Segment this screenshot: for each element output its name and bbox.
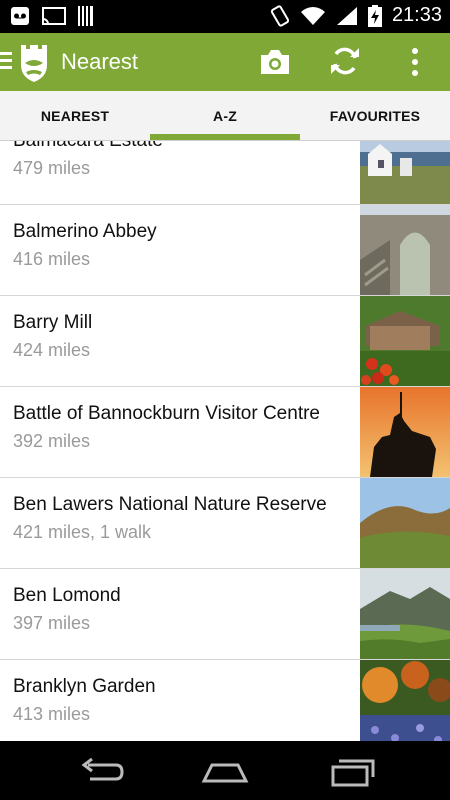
place-name: Ben Lawers National Nature Reserve [13,494,327,515]
place-distance: 397 miles [13,613,91,633]
list-item[interactable]: Balmacara Estate 479 miles [0,141,450,205]
place-name: Balmerino Abbey [13,221,157,242]
wifi-icon [300,6,325,25]
drawer-menu-icon[interactable] [0,52,12,72]
place-distance: 424 miles [13,340,91,360]
voicemail-icon [11,7,29,25]
list-item[interactable]: Ben Lawers National Nature Reserve 421 m… [0,478,450,569]
tab-favourites[interactable]: FAVOURITES [300,91,450,141]
place-name: Battle of Bannockburn Visitor Centre [13,403,320,424]
recent-apps-icon[interactable] [327,755,377,787]
place-distance: 479 miles [13,158,91,178]
overflow-menu-icon[interactable] [407,47,423,77]
place-thumbnail [360,387,450,477]
camera-icon[interactable] [259,47,291,77]
signal-icon [336,6,357,25]
list-item[interactable]: Branklyn Garden 413 miles [0,660,450,741]
place-name: Branklyn Garden [13,676,156,697]
place-distance: 421 miles, 1 walk [13,522,152,542]
place-distance: 392 miles [13,431,91,451]
places-list[interactable]: Balmacara Estate 479 miles Balmerino Abb… [0,141,450,741]
action-bar: Nearest [0,33,450,91]
place-thumbnail [360,660,450,741]
place-thumbnail [360,205,450,295]
selected-tab-indicator [150,134,300,140]
place-distance: 413 miles [13,704,91,724]
place-thumbnail [360,478,450,568]
phone-vibrate-icon [270,4,290,27]
place-name: Balmacara Estate [13,141,163,152]
page-title: Nearest [61,49,139,74]
place-thumbnail [360,569,450,659]
place-thumbnail [360,141,450,204]
system-nav-bar [0,741,450,800]
refresh-icon[interactable] [329,45,361,77]
nts-logo-icon[interactable] [18,41,50,83]
list-item[interactable]: Balmerino Abbey 416 miles [0,205,450,296]
status-left-icons [10,6,94,26]
cast-icon [42,7,66,25]
list-item[interactable]: Battle of Bannockburn Visitor Centre 392… [0,387,450,478]
status-bar: 21:33 [0,0,450,33]
status-time: 21:33 [391,4,442,26]
tab-nearest[interactable]: NEAREST [0,91,150,141]
home-icon[interactable] [200,755,250,787]
battery-charging-icon [367,4,382,27]
place-distance: 416 miles [13,249,91,269]
place-name: Ben Lomond [13,585,121,606]
list-item[interactable]: Barry Mill 424 miles [0,296,450,387]
status-right-icons: 21:33 [270,4,442,27]
list-item[interactable]: Ben Lomond 397 miles [0,569,450,660]
barcode-icon [78,6,93,26]
place-thumbnail [360,296,450,386]
back-icon[interactable] [76,755,126,787]
place-name: Barry Mill [13,312,93,333]
